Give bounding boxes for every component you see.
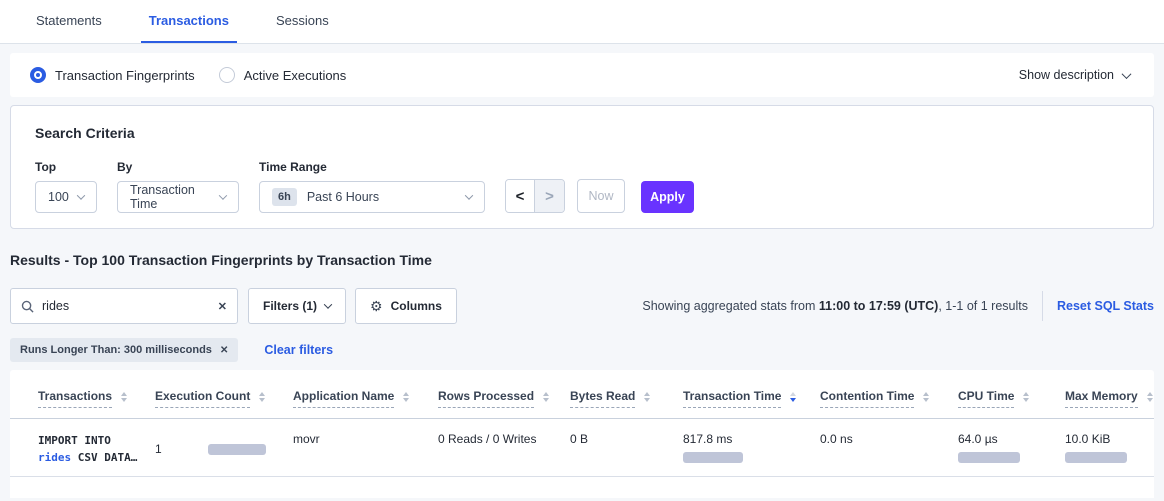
tab-transactions[interactable]: Transactions <box>141 0 237 43</box>
time-range-badge: 6h <box>272 188 297 206</box>
top-label: Top <box>35 160 97 174</box>
columns-button[interactable]: ⚙ Columns <box>355 288 457 324</box>
bytes-read-cell: 0 B <box>570 419 683 476</box>
previous-time-window-button[interactable]: < <box>506 180 535 212</box>
rows-processed-cell: 0 Reads / 0 Writes <box>438 419 570 476</box>
stats-time-range: 11:00 to 17:59 (UTC) <box>819 299 938 313</box>
top-select[interactable]: 100 <box>35 181 97 213</box>
column-header-max-memory[interactable]: Max Memory <box>1065 370 1154 418</box>
contention-time-cell: 0.0 ns <box>820 419 958 476</box>
column-header-rows-processed[interactable]: Rows Processed <box>438 370 570 418</box>
aggregated-stats-text: Showing aggregated stats from 11:00 to 1… <box>642 299 1028 313</box>
tab-statements[interactable]: Statements <box>28 0 110 43</box>
max-memory-bar <box>1065 452 1127 463</box>
results-table: Transactions Execution Count Application… <box>10 370 1154 498</box>
gear-icon: ⚙ <box>370 298 383 315</box>
active-filters-row: Runs Longer Than: 300 milliseconds ✕ Cle… <box>10 338 1164 362</box>
by-select[interactable]: Transaction Time <box>117 181 239 213</box>
table-link-rides[interactable]: rides <box>38 451 71 464</box>
search-criteria-panel: Search Criteria Top 100 By Transaction T… <box>10 105 1154 229</box>
radio-label: Transaction Fingerprints <box>55 68 195 83</box>
columns-button-label: Columns <box>391 299 442 313</box>
time-range-field: Time Range 6h Past 6 Hours <box>259 160 485 213</box>
sort-icon-descending <box>790 392 796 402</box>
remove-filter-icon[interactable]: ✕ <box>220 345 228 356</box>
next-time-window-button[interactable]: > <box>535 180 564 212</box>
results-title: Results - Top 100 Transaction Fingerprin… <box>10 252 1164 268</box>
execution-count-bar <box>208 444 266 455</box>
radio-active-executions[interactable]: Active Executions <box>219 67 347 83</box>
radio-label: Active Executions <box>244 68 347 83</box>
application-name-cell: movr <box>293 419 438 476</box>
max-memory-cell: 10.0 KiB <box>1065 419 1154 476</box>
transaction-time-cell: 817.8 ms <box>683 419 820 476</box>
sort-icon <box>644 392 650 402</box>
search-input[interactable] <box>42 299 218 313</box>
now-button[interactable]: Now <box>577 179 625 213</box>
search-criteria-title: Search Criteria <box>35 125 1129 141</box>
cpu-time-bar <box>958 452 1020 463</box>
chevron-down-icon <box>465 191 473 199</box>
radio-transaction-fingerprints[interactable]: Transaction Fingerprints <box>30 67 195 83</box>
table-header-row: Transactions Execution Count Application… <box>10 370 1154 419</box>
filters-button[interactable]: Filters (1) <box>248 288 346 324</box>
search-box: ✕ <box>10 288 238 324</box>
sort-icon <box>259 392 265 402</box>
column-header-bytes-read[interactable]: Bytes Read <box>570 370 683 418</box>
sort-icon <box>121 392 127 402</box>
show-description-label: Show description <box>1019 68 1114 82</box>
execution-count-cell: 1 <box>155 419 293 476</box>
time-range-value: Past 6 Hours <box>307 190 379 204</box>
column-header-contention-time[interactable]: Contention Time <box>820 370 958 418</box>
results-controls: ✕ Filters (1) ⚙ Columns Showing aggregat… <box>10 288 1154 324</box>
time-range-select[interactable]: 6h Past 6 Hours <box>259 181 485 213</box>
filter-chip-label: Runs Longer Than: 300 milliseconds <box>20 344 212 356</box>
transaction-time-bar <box>683 452 743 463</box>
sort-icon <box>403 392 409 402</box>
chevron-down-icon <box>324 300 332 308</box>
show-description-toggle[interactable]: Show description <box>1019 68 1130 82</box>
radio-unselected-icon <box>219 67 235 83</box>
column-header-cpu-time[interactable]: CPU Time <box>958 370 1065 418</box>
time-window-nav: < > <box>505 179 565 213</box>
column-header-execution-count[interactable]: Execution Count <box>155 370 293 418</box>
sort-icon <box>1147 392 1153 402</box>
filters-button-label: Filters (1) <box>263 299 317 313</box>
column-header-application-name[interactable]: Application Name <box>293 370 438 418</box>
transaction-statement-cell[interactable]: IMPORT INTO rides CSV DATA… <box>38 419 155 476</box>
filter-chip-runs-longer-than: Runs Longer Than: 300 milliseconds ✕ <box>10 338 238 362</box>
vertical-divider <box>1042 291 1043 321</box>
sort-icon <box>1023 392 1029 402</box>
column-header-transaction-time[interactable]: Transaction Time <box>683 370 820 418</box>
table-row[interactable]: IMPORT INTO rides CSV DATA… 1 movr 0 Rea… <box>10 419 1154 477</box>
by-select-value: Transaction Time <box>130 183 220 211</box>
top-select-value: 100 <box>48 190 69 204</box>
tab-sessions[interactable]: Sessions <box>268 0 337 43</box>
apply-button[interactable]: Apply <box>641 181 694 213</box>
top-field: Top 100 <box>35 160 97 213</box>
chevron-down-icon <box>1122 69 1132 79</box>
clear-search-icon[interactable]: ✕ <box>218 300 227 313</box>
sort-icon <box>923 392 929 402</box>
page-tab-bar: Statements Transactions Sessions <box>0 0 1164 44</box>
cpu-time-cell: 64.0 µs <box>958 419 1065 476</box>
chevron-down-icon <box>77 191 85 199</box>
radio-selected-icon <box>30 67 46 83</box>
view-toggle-band: Transaction Fingerprints Active Executio… <box>10 53 1154 97</box>
reset-sql-stats-link[interactable]: Reset SQL Stats <box>1057 299 1154 313</box>
by-field: By Transaction Time <box>117 160 239 213</box>
search-icon <box>21 300 34 313</box>
column-header-transactions[interactable]: Transactions <box>38 370 155 418</box>
by-label: By <box>117 160 239 174</box>
time-range-label: Time Range <box>259 160 485 174</box>
clear-filters-link[interactable]: Clear filters <box>264 343 333 357</box>
sort-icon <box>543 392 549 402</box>
